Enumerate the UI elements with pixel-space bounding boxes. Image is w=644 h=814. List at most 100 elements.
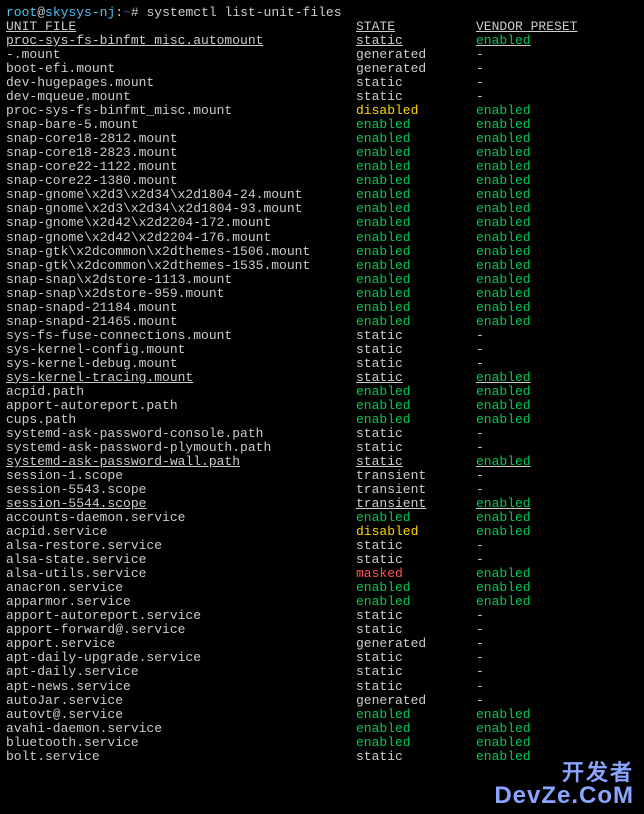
table-header-row: UNIT FILE STATE VENDOR PRESET: [6, 20, 638, 34]
unit-state: static: [356, 34, 476, 48]
unit-state: static: [356, 343, 476, 357]
prompt-symbol: #: [131, 5, 139, 20]
unit-file-name: snap-gtk\x2dcommon\x2dthemes-1506.mount: [6, 245, 356, 259]
unit-state: enabled: [356, 413, 476, 427]
unit-preset: enabled: [476, 497, 638, 511]
unit-preset: enabled: [476, 399, 638, 413]
table-row: accounts-daemon.serviceenabledenabled: [6, 511, 638, 525]
header-state: STATE: [356, 20, 476, 34]
unit-file-name: sys-fs-fuse-connections.mount: [6, 329, 356, 343]
unit-preset: enabled: [476, 525, 638, 539]
unit-file-name: autoJar.service: [6, 694, 356, 708]
table-row: snap-gtk\x2dcommon\x2dthemes-1535.mounte…: [6, 259, 638, 273]
watermark: 开发者 DevZe.CoM: [494, 762, 634, 808]
unit-preset: enabled: [476, 371, 638, 385]
unit-file-name: snap-gnome\x2d3\x2d34\x2d1804-24.mount: [6, 188, 356, 202]
unit-preset: -: [476, 90, 638, 104]
unit-preset: enabled: [476, 245, 638, 259]
unit-preset: -: [476, 680, 638, 694]
unit-file-name: sys-kernel-tracing.mount: [6, 371, 356, 385]
table-row: snap-gnome\x2d3\x2d34\x2d1804-24.mounten…: [6, 188, 638, 202]
unit-preset: enabled: [476, 722, 638, 736]
unit-preset: -: [476, 651, 638, 665]
unit-file-name: apport-forward@.service: [6, 623, 356, 637]
unit-state: static: [356, 329, 476, 343]
unit-file-name: bolt.service: [6, 750, 356, 764]
unit-state: static: [356, 455, 476, 469]
unit-preset: -: [476, 609, 638, 623]
unit-file-name: proc-sys-fs-binfmt_misc.automount: [6, 34, 356, 48]
unit-file-name: snap-bare-5.mount: [6, 118, 356, 132]
shell-prompt[interactable]: root@skysys-nj:~# systemctl list-unit-fi…: [6, 6, 638, 20]
table-row: snap-core18-2823.mountenabledenabled: [6, 146, 638, 160]
prompt-path: ~: [123, 5, 131, 20]
table-row: sys-fs-fuse-connections.mountstatic-: [6, 329, 638, 343]
unit-file-name: apt-daily.service: [6, 665, 356, 679]
unit-preset: enabled: [476, 385, 638, 399]
unit-preset: -: [476, 357, 638, 371]
table-row: apport-autoreport.servicestatic-: [6, 609, 638, 623]
unit-state: enabled: [356, 216, 476, 230]
unit-preset: enabled: [476, 287, 638, 301]
unit-file-name: acpid.path: [6, 385, 356, 399]
unit-state: static: [356, 651, 476, 665]
unit-state: disabled: [356, 525, 476, 539]
unit-file-name: snap-snap\x2dstore-1113.mount: [6, 273, 356, 287]
unit-file-name: bluetooth.service: [6, 736, 356, 750]
unit-file-name: snap-snapd-21465.mount: [6, 315, 356, 329]
unit-preset: enabled: [476, 413, 638, 427]
table-row: apport-autoreport.pathenabledenabled: [6, 399, 638, 413]
unit-file-name: acpid.service: [6, 525, 356, 539]
unit-file-name: cups.path: [6, 413, 356, 427]
table-row: snap-snapd-21184.mountenabledenabled: [6, 301, 638, 315]
table-row: session-5543.scopetransient-: [6, 483, 638, 497]
unit-preset: -: [476, 441, 638, 455]
unit-file-name: anacron.service: [6, 581, 356, 595]
unit-file-name: snap-core22-1122.mount: [6, 160, 356, 174]
table-row: acpid.pathenabledenabled: [6, 385, 638, 399]
unit-preset: enabled: [476, 750, 638, 764]
unit-file-list: proc-sys-fs-binfmt_misc.automountstatice…: [6, 34, 638, 764]
table-row: avahi-daemon.serviceenabledenabled: [6, 722, 638, 736]
table-row: anacron.serviceenabledenabled: [6, 581, 638, 595]
unit-file-name: snap-core18-2812.mount: [6, 132, 356, 146]
unit-state: enabled: [356, 188, 476, 202]
unit-state: enabled: [356, 231, 476, 245]
unit-preset: enabled: [476, 511, 638, 525]
unit-state: static: [356, 427, 476, 441]
unit-preset: enabled: [476, 736, 638, 750]
unit-preset: enabled: [476, 160, 638, 174]
unit-state: generated: [356, 637, 476, 651]
table-row: dev-hugepages.mountstatic-: [6, 76, 638, 90]
unit-file-name: snap-snap\x2dstore-959.mount: [6, 287, 356, 301]
table-row: apport-forward@.servicestatic-: [6, 623, 638, 637]
table-row: snap-bare-5.mountenabledenabled: [6, 118, 638, 132]
unit-state: static: [356, 553, 476, 567]
unit-preset: enabled: [476, 581, 638, 595]
unit-preset: -: [476, 694, 638, 708]
unit-state: enabled: [356, 259, 476, 273]
table-row: -.mountgenerated-: [6, 48, 638, 62]
unit-file-name: apport.service: [6, 637, 356, 651]
unit-file-name: session-5544.scope: [6, 497, 356, 511]
table-row: systemd-ask-password-console.pathstatic-: [6, 427, 638, 441]
table-row: alsa-state.servicestatic-: [6, 553, 638, 567]
unit-preset: -: [476, 553, 638, 567]
unit-state: transient: [356, 483, 476, 497]
unit-state: generated: [356, 48, 476, 62]
unit-state: static: [356, 750, 476, 764]
table-row: snap-gnome\x2d3\x2d34\x2d1804-93.mounten…: [6, 202, 638, 216]
unit-state: static: [356, 357, 476, 371]
table-row: apt-daily-upgrade.servicestatic-: [6, 651, 638, 665]
table-row: snap-gnome\x2d42\x2d2204-176.mountenable…: [6, 231, 638, 245]
unit-file-name: apt-daily-upgrade.service: [6, 651, 356, 665]
unit-file-name: apparmor.service: [6, 595, 356, 609]
table-row: systemd-ask-password-wall.pathstaticenab…: [6, 455, 638, 469]
table-row: alsa-restore.servicestatic-: [6, 539, 638, 553]
table-row: session-1.scopetransient-: [6, 469, 638, 483]
unit-preset: -: [476, 329, 638, 343]
command-text: systemctl list-unit-files: [147, 5, 342, 20]
unit-state: generated: [356, 62, 476, 76]
unit-file-name: proc-sys-fs-binfmt_misc.mount: [6, 104, 356, 118]
unit-state: enabled: [356, 245, 476, 259]
